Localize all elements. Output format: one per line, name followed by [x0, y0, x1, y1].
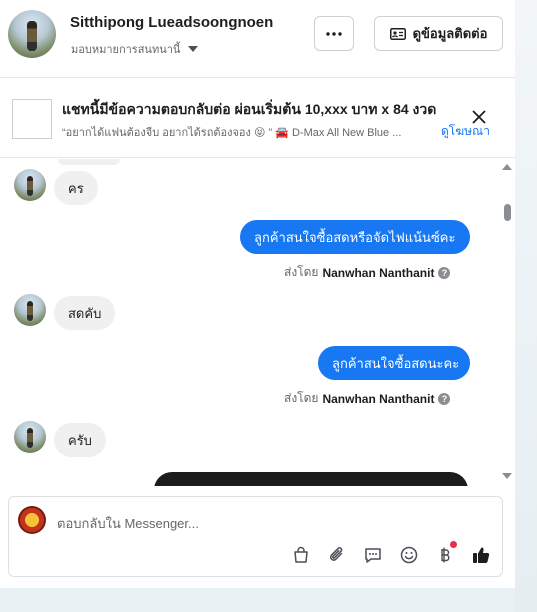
info-icon[interactable]: ?	[438, 392, 451, 405]
sent-by-prefix: ส่งโดย	[284, 265, 319, 279]
caret-down-icon	[188, 46, 199, 52]
notification-dot	[450, 541, 457, 548]
contact-info-label: ดูข้อมูลติดต่อ	[412, 26, 488, 41]
info-icon[interactable]: ?	[438, 266, 451, 279]
close-icon[interactable]	[470, 108, 488, 126]
sent-by-name: Nanwhan Nanthanit	[322, 265, 435, 280]
scroll-up-arrow[interactable]	[502, 164, 512, 170]
message-text: ครับ	[68, 432, 92, 448]
emoji-icon[interactable]	[399, 545, 419, 565]
sender-avatar	[14, 169, 46, 201]
outgoing-media-message[interactable]	[154, 472, 468, 486]
more-icon	[326, 31, 342, 36]
reply-input[interactable]: ตอบกลับใน Messenger...	[57, 513, 199, 534]
message-text: ลูกค้าสนใจซื้อสดหรือจัดไฟแน้นซ์คะ	[254, 229, 456, 245]
shopping-bag-icon[interactable]	[291, 545, 311, 565]
assign-label: มอบหมายการสนทนานี้	[71, 44, 181, 56]
scrollbar-thumb[interactable]	[504, 204, 511, 221]
conversation-header: Sitthipong Lueadsoongnoen มอบหมายการสนทน…	[0, 0, 515, 78]
sender-avatar	[14, 294, 46, 326]
more-options-button[interactable]	[314, 16, 354, 51]
assign-conversation-dropdown[interactable]: มอบหมายการสนทนานี้	[71, 40, 199, 58]
message-text: ลูกค้าสนใจซื้อสดนะคะ	[332, 355, 460, 371]
chat-panel: Sitthipong Lueadsoongnoen มอบหมายการสนทน…	[0, 0, 515, 588]
scroll-down-arrow[interactable]	[502, 473, 512, 479]
ad-context-banner: แชทนี้มีข้อความตอบกลับต่อ ผ่อนเริ่มต้น 1…	[0, 79, 515, 158]
message-text: คร	[68, 180, 84, 196]
message-text: สดคับ	[68, 305, 102, 321]
incoming-message[interactable]: คร	[54, 171, 98, 205]
chat-icon[interactable]	[363, 545, 383, 565]
incoming-message[interactable]: สดคับ	[54, 296, 116, 330]
page-background-edge	[515, 0, 537, 612]
contact-name[interactable]: Sitthipong Lueadsoongnoen	[70, 14, 273, 31]
sent-by-name: Nanwhan Nanthanit	[322, 391, 435, 406]
incoming-message[interactable]: ครับ	[54, 423, 106, 457]
contact-card-icon	[389, 27, 406, 40]
sent-by-line: ส่งโดย Nanwhan Nanthanit ?	[284, 389, 451, 408]
ad-thumbnail[interactable]	[12, 99, 52, 139]
message-thread[interactable]: คร ลูกค้าสนใจซื้อสดหรือจัดไฟแน้นซ์คะ ส่ง…	[0, 159, 515, 486]
sent-by-line: ส่งโดย Nanwhan Nanthanit ?	[284, 263, 451, 282]
page-avatar	[18, 506, 46, 534]
like-icon[interactable]	[471, 545, 491, 565]
ad-title: แชทนี้มีข้อความตอบกลับต่อ ผ่อนเริ่มต้น 1…	[62, 101, 437, 117]
view-contact-info-button[interactable]: ดูข้อมูลติดต่อ	[374, 16, 503, 51]
sender-avatar	[14, 421, 46, 453]
reply-composer[interactable]: ตอบกลับใน Messenger...	[8, 496, 503, 577]
previous-message-bubble	[58, 159, 120, 165]
contact-avatar[interactable]	[8, 10, 56, 58]
sent-by-prefix: ส่งโดย	[284, 391, 319, 405]
attach-icon[interactable]	[327, 545, 347, 565]
baht-icon[interactable]	[435, 545, 455, 565]
outgoing-message[interactable]: ลูกค้าสนใจซื้อสดนะคะ	[318, 346, 470, 380]
ad-snippet: “อยากได้แฟนต้องจีบ อยากได้รถต้องจอง 😝 ” …	[62, 127, 402, 139]
outgoing-message[interactable]: ลูกค้าสนใจซื้อสดหรือจัดไฟแน้นซ์คะ	[240, 220, 470, 254]
